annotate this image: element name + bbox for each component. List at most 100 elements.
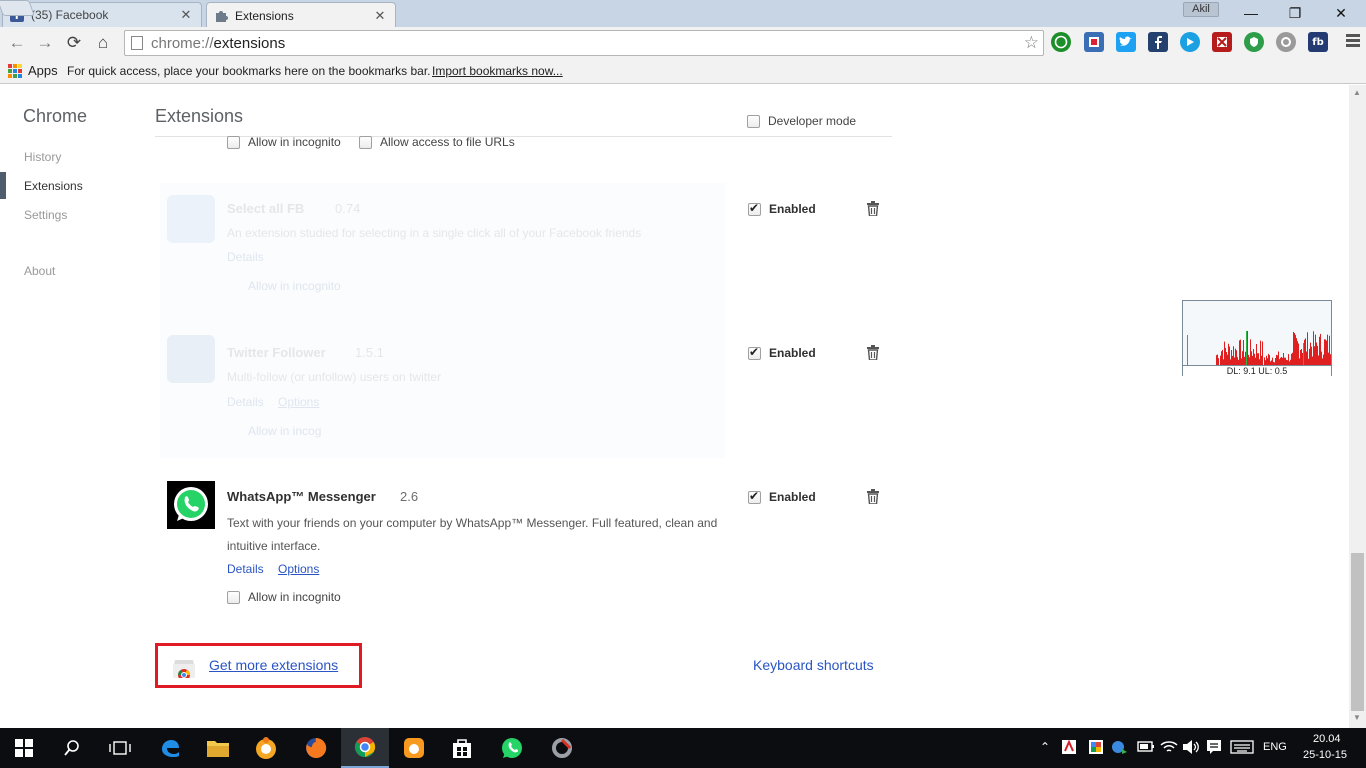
store-bag-icon xyxy=(453,739,471,758)
taskbar-uc-browser[interactable] xyxy=(390,728,438,768)
incognito-checkbox[interactable] xyxy=(227,135,240,149)
clock-time[interactable]: 20.04 xyxy=(1313,733,1341,745)
trash-icon[interactable] xyxy=(866,201,880,216)
start-button[interactable] xyxy=(0,728,48,768)
scroll-down-arrow-icon[interactable]: ▼ xyxy=(1353,713,1361,722)
extension-name: WhatsApp™ Messenger xyxy=(227,489,376,504)
file-urls-option[interactable]: Allow access to file URLs xyxy=(359,135,515,149)
apps-shortcut[interactable]: Apps xyxy=(28,63,58,78)
network-meter-widget[interactable]: DL: 9.1 UL: 0.5 xyxy=(1182,300,1332,376)
taskbar-store[interactable] xyxy=(438,728,486,768)
keyboard-shortcuts-link[interactable]: Keyboard shortcuts xyxy=(753,657,874,673)
taskbar-edge[interactable] xyxy=(146,728,194,768)
acrobat-tray-icon[interactable] xyxy=(1061,739,1077,755)
sidebar-item-settings[interactable]: Settings xyxy=(24,208,67,222)
reload-button[interactable]: ⟳ xyxy=(62,31,86,55)
page-scrollbar[interactable]: ▲ ▼ xyxy=(1349,85,1366,728)
folder-icon xyxy=(207,741,229,757)
edge-browser-icon xyxy=(162,740,179,757)
incognito-checkbox[interactable] xyxy=(227,590,240,604)
taskbar-app-gray[interactable] xyxy=(538,728,586,768)
taskbar-app-orange[interactable] xyxy=(242,728,290,768)
scroll-up-arrow-icon[interactable]: ▲ xyxy=(1353,88,1361,97)
language-indicator[interactable]: ENG xyxy=(1263,741,1287,753)
tab-close-button[interactable]: ✕ xyxy=(373,8,387,24)
chrome-menu-icon[interactable] xyxy=(1346,34,1360,49)
home-button[interactable]: ⌂ xyxy=(91,31,115,55)
extension-version: 2.6 xyxy=(400,489,419,504)
task-view-button[interactable] xyxy=(96,728,144,768)
incognito-option[interactable]: Allow in incognito xyxy=(227,135,341,149)
incognito-label: Allow in incog xyxy=(248,424,322,438)
bookmarks-bar: Apps For quick access, place your bookma… xyxy=(0,59,1366,84)
address-bar[interactable]: chrome://extensions ☆ xyxy=(124,30,1044,56)
incognito-label: Allow in incognito xyxy=(248,590,341,604)
trash-icon[interactable] xyxy=(866,345,880,360)
bookmark-star-icon[interactable]: ☆ xyxy=(1024,33,1039,53)
chrome-web-store-icon xyxy=(173,660,195,678)
red-extension-icon[interactable] xyxy=(1212,32,1232,52)
profile-button[interactable]: Akil xyxy=(1183,2,1219,17)
import-bookmarks-link[interactable]: Import bookmarks now... xyxy=(432,64,563,78)
battery-icon[interactable] xyxy=(1137,739,1155,753)
keyboard-icon[interactable] xyxy=(1230,740,1254,754)
firefox-icon xyxy=(306,737,327,758)
sidebar-item-about[interactable]: About xyxy=(24,264,55,278)
taskbar-whatsapp[interactable] xyxy=(488,728,536,768)
twitter-extension-icon[interactable] xyxy=(1116,32,1136,52)
uc-browser-icon xyxy=(404,738,424,758)
extension-card-twitter-follower xyxy=(160,318,725,458)
volume-icon[interactable] xyxy=(1182,739,1200,755)
new-tab-button[interactable] xyxy=(0,0,35,16)
windows-logo-icon xyxy=(15,739,33,757)
tab-extensions[interactable]: Extensions ✕ xyxy=(206,2,396,28)
enabled-checkbox[interactable] xyxy=(748,345,761,360)
get-more-extensions-link[interactable]: Get more extensions xyxy=(209,657,338,673)
details-link[interactable]: Details xyxy=(227,562,264,576)
file-urls-label: Allow access to file URLs xyxy=(380,135,515,149)
developer-mode-toggle[interactable]: Developer mode xyxy=(747,114,856,128)
facebook-extension-icon[interactable] xyxy=(1148,32,1168,52)
circle-extension-icon[interactable] xyxy=(1276,32,1296,52)
sidebar-item-history[interactable]: History xyxy=(24,150,61,164)
enabled-toggle[interactable]: Enabled xyxy=(748,489,816,504)
options-link[interactable]: Options xyxy=(278,562,319,576)
google-tray-icon[interactable] xyxy=(1088,739,1104,755)
action-center-icon[interactable] xyxy=(1206,739,1222,755)
apps-grid-icon[interactable] xyxy=(8,64,22,78)
details-link[interactable]: Details xyxy=(227,395,264,409)
maximize-button[interactable]: ❐ xyxy=(1272,0,1318,26)
developer-mode-checkbox[interactable] xyxy=(747,114,760,128)
enabled-toggle[interactable]: Enabled xyxy=(748,345,816,360)
whatsapp-extension-icon[interactable] xyxy=(1051,32,1071,52)
enabled-checkbox[interactable] xyxy=(748,489,761,504)
options-link[interactable]: Options xyxy=(278,395,319,409)
show-hidden-icons-chevron-icon[interactable]: ⌃ xyxy=(1040,740,1050,754)
tab-close-button[interactable]: ✕ xyxy=(179,7,193,23)
shield-extension-icon[interactable] xyxy=(1244,32,1264,52)
details-link[interactable]: Details xyxy=(227,250,264,264)
close-window-button[interactable]: ✕ xyxy=(1318,0,1364,26)
minimize-button[interactable]: — xyxy=(1228,0,1274,26)
url-scheme: chrome:// xyxy=(151,34,214,52)
enabled-checkbox[interactable] xyxy=(748,201,761,216)
select-all-extension-icon[interactable] xyxy=(1084,32,1104,52)
clock-date[interactable]: 25-10-15 xyxy=(1303,749,1347,761)
trash-icon[interactable] xyxy=(866,489,880,504)
enabled-toggle[interactable]: Enabled xyxy=(748,201,816,216)
back-button[interactable]: ← xyxy=(5,31,29,55)
taskbar-firefox[interactable] xyxy=(292,728,340,768)
file-urls-checkbox[interactable] xyxy=(359,135,372,149)
taskbar-chrome[interactable] xyxy=(341,728,389,768)
sidebar-item-extensions[interactable]: Extensions xyxy=(24,179,83,193)
wifi-icon[interactable] xyxy=(1160,739,1178,755)
play-extension-icon[interactable] xyxy=(1180,32,1200,52)
taskbar-file-explorer[interactable] xyxy=(194,728,242,768)
network-globe-tray-icon[interactable] xyxy=(1110,739,1128,755)
fb-extension-icon[interactable]: fb xyxy=(1308,32,1328,52)
search-button[interactable] xyxy=(48,728,96,768)
forward-button[interactable]: → xyxy=(33,31,57,55)
scrollbar-thumb[interactable] xyxy=(1351,553,1364,711)
extensions-page: Chrome History Extensions Settings About… xyxy=(0,85,1349,728)
incognito-option[interactable]: Allow in incognito xyxy=(227,590,341,604)
